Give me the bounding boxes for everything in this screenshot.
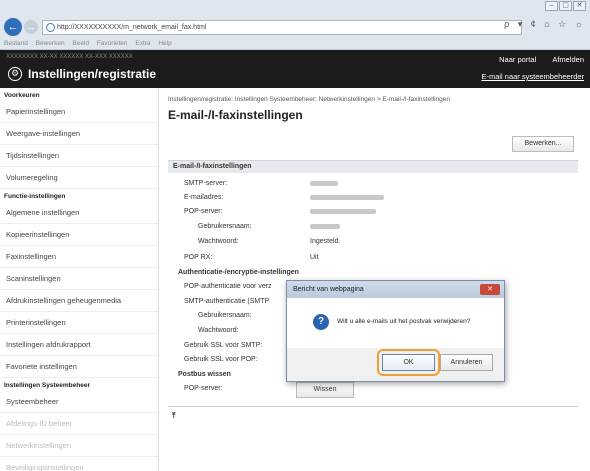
url-text: http://XXXXXXXXXX/m_network_email_fax.ht… bbox=[57, 24, 207, 31]
sidebar-item-afdruk-geheugen[interactable]: Afdrukinstellingen geheugenmedia bbox=[0, 290, 158, 312]
smtp-server-label: SMTP-server: bbox=[184, 180, 228, 187]
username-value bbox=[310, 223, 340, 230]
url-actions-icons[interactable]: ρ ▾ ¢ ⌂ ☆ ☼ bbox=[504, 19, 586, 30]
address-bar-area: ← → http://XXXXXXXXXX/m_network_email_fa… bbox=[0, 16, 590, 38]
menu-item-beeld[interactable]: Beeld bbox=[72, 40, 89, 47]
maximize-button[interactable]: ▢ bbox=[559, 1, 572, 11]
pop-rx-label: POP RX: bbox=[184, 254, 213, 261]
page-title: E-mail-/I-faxinstellingen bbox=[168, 108, 303, 122]
portal-link[interactable]: Naar portal bbox=[499, 55, 536, 64]
sidebar-item-papier[interactable]: Papierinstellingen bbox=[0, 101, 158, 123]
pop-server-label: POP-server: bbox=[184, 208, 223, 215]
menu-item-favorieten[interactable]: Favorieten bbox=[97, 40, 128, 47]
sidebar-heading-voorkeuren: Voorkeuren bbox=[4, 92, 40, 99]
password-label: Wachtwoord: bbox=[198, 238, 239, 245]
confirm-dialog: Bericht van webpagina ✕ ? Wilt u alle e-… bbox=[286, 280, 505, 382]
sidebar-item-afdrukrapport[interactable]: Instellingen afdrukrapport bbox=[0, 334, 158, 356]
sidebar-item-fax[interactable]: Faxinstellingen bbox=[0, 246, 158, 268]
logout-link[interactable]: Afmelden bbox=[552, 55, 584, 64]
email-address-label: E-mailadres: bbox=[184, 194, 224, 201]
back-arrow-icon[interactable]: ← bbox=[4, 18, 22, 36]
sidebar-item-algemeen[interactable]: Algemene instellingen bbox=[0, 202, 158, 224]
pop-auth-label: POP-authenticatie voor verz bbox=[184, 283, 272, 290]
url-input[interactable]: http://XXXXXXXXXX/m_network_email_fax.ht… bbox=[42, 20, 522, 35]
mail-admin-link[interactable]: E-mail naar systeembeheerder bbox=[481, 72, 584, 81]
password2-label: Wachtwoord: bbox=[198, 327, 239, 334]
menu-item-extra[interactable]: Extra bbox=[135, 40, 150, 47]
sidebar-heading-functie: Functie-instellingen bbox=[4, 193, 66, 200]
header-links: Naar portal Afmelden bbox=[485, 55, 584, 64]
app-header: XXXXXXXX XX-XX XXXXXX XX-XXX XXXXXX ⚙ In… bbox=[0, 50, 590, 88]
cancel-button[interactable]: Annuleren bbox=[440, 354, 493, 371]
sidebar-item-afdelings-id[interactable]: Afdelings-ID beheer bbox=[0, 413, 158, 435]
wissen-button[interactable]: Wissen bbox=[296, 382, 354, 398]
settings-icon: ⚙ bbox=[8, 67, 22, 81]
dialog-title: Bericht van webpagina ✕ bbox=[287, 281, 504, 298]
divider bbox=[168, 406, 578, 407]
menu-item-help[interactable]: Help bbox=[158, 40, 171, 47]
device-info: XXXXXXXX XX-XX XXXXXX XX-XXX XXXXXX bbox=[6, 54, 133, 60]
breadcrumb: Instellingen/registratie: Instellingen S… bbox=[168, 96, 450, 103]
email-address-value bbox=[310, 194, 384, 201]
browser-menubar: Bestand Bewerken Beeld Favorieten Extra … bbox=[0, 38, 590, 50]
username2-label: Gebruikersnaam: bbox=[198, 312, 252, 319]
ie-logo-icon bbox=[46, 23, 55, 32]
username-label: Gebruikersnaam: bbox=[198, 223, 252, 230]
sidebar-item-volume[interactable]: Volumeregeling bbox=[0, 167, 158, 189]
password-value: Ingesteld. bbox=[310, 238, 341, 245]
smtp-auth-label: SMTP-authenticatie (SMTP bbox=[184, 298, 270, 305]
sidebar-item-systeembeheer[interactable]: Systeembeheer bbox=[0, 391, 158, 413]
sidebar-item-favoriet[interactable]: Favoriete instellingen bbox=[0, 356, 158, 378]
smtp-server-value bbox=[310, 180, 338, 187]
sidebar-item-netwerk[interactable]: Netwerkinstellingen bbox=[0, 435, 158, 457]
dialog-close-icon[interactable]: ✕ bbox=[480, 284, 500, 295]
to-top-icon[interactable]: ⤒ bbox=[172, 411, 176, 421]
ok-button[interactable]: OK bbox=[382, 354, 435, 371]
edit-button[interactable]: Bewerken... bbox=[512, 136, 574, 152]
postbox-heading: Postbus wissen bbox=[178, 371, 231, 378]
sidebar-item-printer[interactable]: Printerinstellingen bbox=[0, 312, 158, 334]
pop-server2-label: POP-server: bbox=[184, 385, 223, 392]
forward-arrow-icon[interactable]: → bbox=[24, 20, 38, 34]
sidebar-item-beveiliging[interactable]: Beveiligingsinstellingen bbox=[0, 457, 158, 471]
app-title: Instellingen/registratie bbox=[28, 67, 157, 81]
menu-item-bewerken[interactable]: Bewerken bbox=[36, 40, 65, 47]
window-controls: – ▢ ✕ bbox=[545, 1, 586, 11]
sidebar-item-kopieer[interactable]: Kopieerinstellingen bbox=[0, 224, 158, 246]
menu-item-bestand[interactable]: Bestand bbox=[4, 40, 28, 47]
dialog-title-text: Bericht van webpagina bbox=[293, 286, 364, 293]
dialog-body: ? Wilt u alle e-mails uit het postvak ve… bbox=[287, 298, 504, 348]
browser-titlebar: – ▢ ✕ bbox=[0, 0, 590, 16]
pop-server-value bbox=[310, 208, 376, 215]
sidebar-item-tijd[interactable]: Tijdsinstellingen bbox=[0, 145, 158, 167]
sidebar-item-weergave[interactable]: Weergave-instellingen bbox=[0, 123, 158, 145]
close-window-button[interactable]: ✕ bbox=[573, 1, 586, 11]
dialog-message: Wilt u alle e-mails uit het postvak verw… bbox=[337, 318, 471, 325]
question-icon: ? bbox=[313, 314, 329, 330]
ssl-pop-label: Gebruik SSL voor POP: bbox=[184, 356, 258, 363]
sidebar: Voorkeuren Papierinstellingen Weergave-i… bbox=[0, 88, 159, 471]
auth-heading: Authenticatie-/encryptie-instellingen bbox=[178, 269, 299, 276]
section-header: E-mail-/I-faxinstellingen bbox=[168, 160, 578, 173]
sidebar-item-scan[interactable]: Scaninstellingen bbox=[0, 268, 158, 290]
sidebar-heading-systeembeheer: Instellingen Systeembeheer bbox=[4, 382, 90, 389]
minimize-button[interactable]: – bbox=[545, 1, 558, 11]
pop-rx-value: Uit bbox=[310, 254, 319, 261]
ssl-smtp-label: Gebruik SSL voor SMTP: bbox=[184, 342, 263, 349]
